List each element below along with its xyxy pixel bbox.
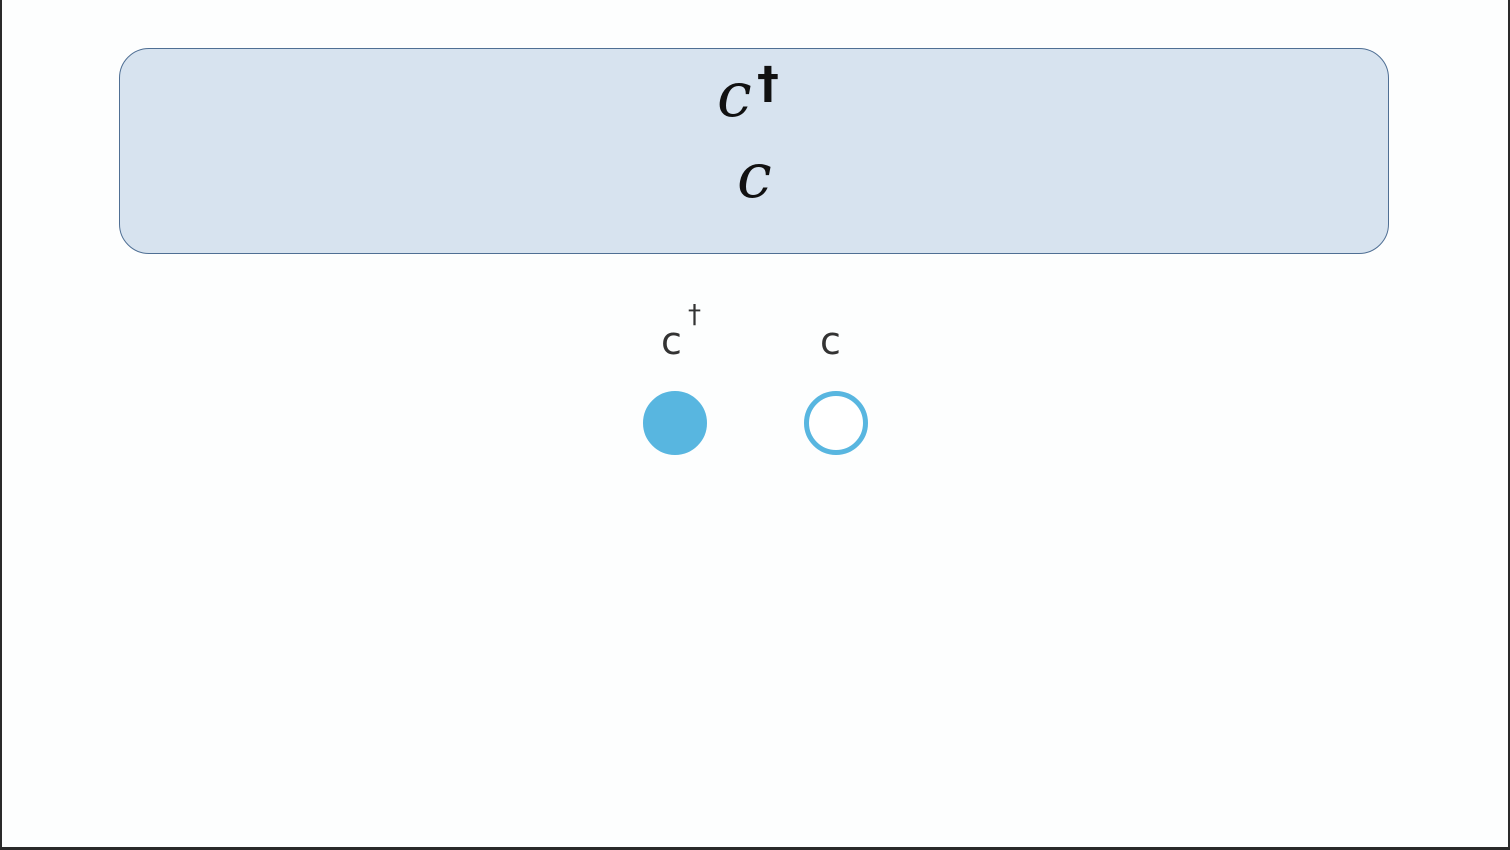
creation-operator: c † — [717, 62, 779, 126]
creation-operator-symbol: c — [717, 58, 752, 131]
mode-label-creation: c † — [661, 302, 701, 363]
annihilation-operator-symbol: c — [737, 139, 772, 212]
slide-canvas: c † c c † c — [2, 0, 1508, 847]
occupied-mode-circle — [643, 391, 707, 455]
mode-label-annihilation-symbol: c — [820, 319, 841, 363]
mode-label-annihilation: c — [820, 322, 841, 360]
dagger-superscript: † — [757, 58, 779, 109]
annihilation-operator: c — [737, 145, 772, 207]
mode-label-dagger: † — [688, 300, 701, 330]
empty-mode-circle — [804, 391, 868, 455]
mode-label-creation-symbol: c — [661, 319, 682, 363]
